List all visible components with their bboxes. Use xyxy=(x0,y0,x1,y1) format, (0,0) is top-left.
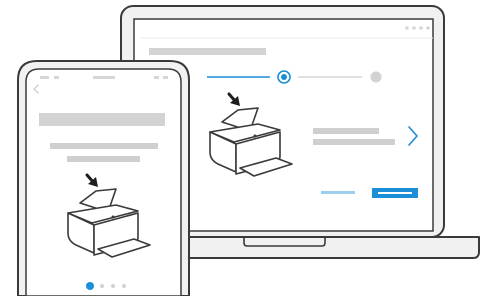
phone-screen xyxy=(25,68,182,296)
carousel-dot[interactable] xyxy=(111,284,115,288)
stepper-step-pending xyxy=(370,71,382,83)
laptop-heading-placeholder xyxy=(149,48,266,55)
phone-text-line-1 xyxy=(50,143,158,149)
laptop-info-line-1 xyxy=(313,128,379,134)
window-dot xyxy=(405,26,409,30)
laptop-base xyxy=(145,236,480,259)
carousel-dot[interactable] xyxy=(100,284,104,288)
window-dot xyxy=(412,26,416,30)
status-placeholder xyxy=(54,76,59,79)
status-placeholder xyxy=(154,76,159,79)
carousel-dot-active[interactable] xyxy=(86,282,94,290)
laptop-info-line-2 xyxy=(313,139,395,145)
secondary-button[interactable] xyxy=(321,191,355,194)
phone-text-line-2 xyxy=(67,156,140,162)
status-placeholder xyxy=(163,76,168,79)
window-dot xyxy=(419,26,423,30)
carousel-dot[interactable] xyxy=(122,284,126,288)
stepper-step-current-center xyxy=(281,74,287,80)
phone-heading-placeholder xyxy=(39,113,165,126)
setup-illustration xyxy=(17,5,480,296)
primary-button-label-placeholder xyxy=(378,192,412,194)
window-dot xyxy=(426,26,430,30)
phone xyxy=(17,60,190,296)
status-placeholder xyxy=(93,76,115,79)
status-placeholder xyxy=(40,76,49,79)
